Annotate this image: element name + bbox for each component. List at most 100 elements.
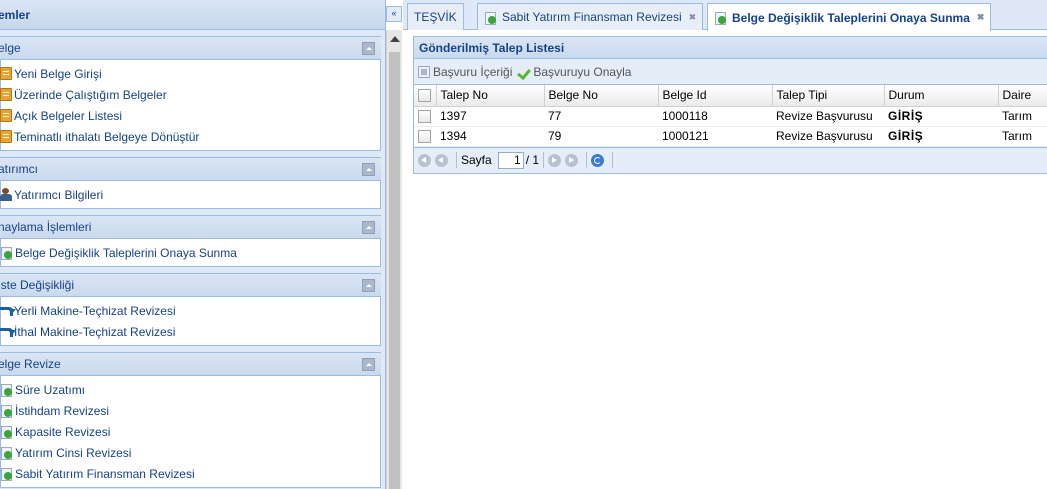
panel-liste-degisikligi: iste Değişikliği Yerli Makine-Teçhizat R… — [0, 273, 381, 346]
tab-label: Sabit Yatırım Finansman Revizesi — [502, 10, 682, 24]
row-checkbox[interactable] — [418, 110, 431, 124]
collapse-panel-icon[interactable] — [362, 162, 375, 176]
menu-item-label: İthal Makine-Teçhizat Revizesi — [14, 324, 176, 339]
page-go-icon — [484, 11, 497, 25]
sidebar-scrollbar[interactable] — [386, 30, 402, 489]
cell-belge-id: 1000118 — [658, 106, 772, 127]
collapse-panel-icon[interactable] — [362, 357, 375, 371]
menu-item-sure-uzatimi[interactable]: Süre Uzatımı — [0, 379, 380, 400]
first-page-icon[interactable] — [418, 153, 431, 167]
column-header[interactable]: Daire — [998, 85, 1047, 107]
menu-item-onaya-sunma[interactable]: Belge Değişiklik Taleplerini Onaya Sunma — [0, 242, 380, 263]
table-row[interactable]: 1397 77 1000118 Revize Başvurusu GİRİŞ T… — [414, 106, 1047, 127]
panel-header[interactable]: atırımcı — [0, 157, 381, 181]
column-header[interactable]: Durum — [884, 85, 999, 107]
panel-header[interactable]: iste Değişikliği — [0, 273, 381, 297]
menu-item-yeni-belge[interactable]: Yeni Belge Girişi — [0, 63, 380, 84]
collapse-sidebar-icon[interactable]: « — [386, 6, 402, 22]
sidebar: emler elge Yeni Belge Girişi Üzerinde Ça… — [0, 0, 386, 489]
panel-header[interactable]: elge — [0, 36, 381, 60]
collapse-panel-icon[interactable] — [362, 41, 375, 55]
cell-talep-no: 1394 — [436, 126, 544, 147]
menu-item-sabit-yatirim[interactable]: Sabit Yatırım Finansman Revizesi — [0, 463, 380, 484]
basvuruyu-onayla-button[interactable]: Başvuruyu Onayla — [518, 65, 631, 79]
sidebar-title: emler — [0, 7, 31, 22]
page-go-icon — [0, 467, 13, 481]
menu-item-calistigim-belgeler[interactable]: Üzerinde Çalıştığım Belgeler — [0, 84, 380, 105]
column-header[interactable]: Belge Id — [658, 85, 773, 107]
menu-item-yatirimci-bilgileri[interactable]: Yatırımcı Bilgileri — [0, 184, 380, 205]
panel-belge-revize: elge Revize Süre Uzatımı İstihdam Revize… — [0, 352, 381, 488]
column-header[interactable]: Talep No — [436, 85, 545, 107]
check-icon — [518, 66, 530, 78]
refresh-icon[interactable] — [591, 153, 605, 167]
cell-durum: GİRİŞ — [884, 106, 998, 127]
main-content: TEŞVİK Sabit Yatırım Finansman Revizesi … — [403, 0, 1047, 489]
panel-onaylama: naylama İşlemleri Belge Değişiklik Talep… — [0, 215, 381, 267]
page-total: / 1 — [525, 153, 540, 167]
close-tab-icon[interactable]: ✖ — [977, 12, 985, 23]
menu-item-label: Yerli Makine-Teçhizat Revizesi — [14, 303, 176, 318]
button-label: Başvuruyu Onayla — [533, 64, 632, 79]
tab-onaya-sunma[interactable]: Belge Değişiklik Taleplerini Onaya Sunma… — [707, 3, 992, 31]
menu-item-yerli-makine[interactable]: Yerli Makine-Teçhizat Revizesi — [0, 300, 380, 321]
menu-item-label: Yatırımcı Bilgileri — [14, 187, 104, 202]
column-header[interactable]: Talep Tipi — [772, 85, 885, 107]
cell-talep-tipi: Revize Başvurusu — [772, 126, 884, 147]
arrow-icon — [0, 325, 16, 338]
menu-item-label: Süre Uzatımı — [15, 382, 86, 397]
panel-title: iste Değişikliği — [0, 278, 75, 292]
paging-toolbar: Sayfa 1 / 1 — [414, 146, 1047, 173]
menu-item-istihdam-revizesi[interactable]: İstihdam Revizesi — [0, 400, 380, 421]
collapse-panel-icon[interactable] — [362, 220, 375, 234]
select-all-checkbox[interactable] — [418, 89, 431, 103]
cell-belge-no: 79 — [544, 126, 658, 147]
page-go-icon — [714, 11, 727, 25]
separator — [586, 152, 588, 168]
last-page-icon[interactable] — [565, 153, 579, 167]
talep-grid-panel: Gönderilmiş Talep Listesi Başvuru İçeriğ… — [413, 36, 1047, 174]
menu-item-label: Teminatlı ithalatı Belgeye Dönüştür — [14, 129, 200, 144]
page-go-icon — [0, 404, 13, 418]
tab-sabit-yatirim[interactable]: Sabit Yatırım Finansman Revizesi ✖ — [477, 3, 704, 30]
panel-header[interactable]: elge Revize — [0, 352, 381, 376]
row-checkbox[interactable] — [418, 130, 431, 144]
select-all-cell[interactable] — [414, 85, 437, 107]
cell-belge-no: 77 — [544, 106, 658, 127]
grid-title: Gönderilmiş Talep Listesi — [414, 37, 1047, 59]
arrow-icon — [0, 304, 16, 317]
prev-page-icon[interactable] — [435, 153, 448, 167]
menu-item-kapasite-revizesi[interactable]: Kapasite Revizesi — [0, 421, 380, 442]
panel-header[interactable]: naylama İşlemleri — [0, 215, 381, 239]
next-page-icon[interactable] — [548, 153, 562, 167]
column-header[interactable]: Belge No — [544, 85, 659, 107]
menu-item-yatirim-cinsi[interactable]: Yatırım Cinsi Revizesi — [0, 442, 380, 463]
menu-item-label: Kapasite Revizesi — [15, 424, 111, 439]
menu-item-acik-belgeler[interactable]: Açık Belgeler Listesi — [0, 105, 380, 126]
menu-item-ithal-makine[interactable]: İthal Makine-Teçhizat Revizesi — [0, 321, 380, 342]
tab-bar: TEŞVİK Sabit Yatırım Finansman Revizesi … — [403, 0, 1047, 31]
document-icon — [0, 130, 12, 143]
separator — [456, 152, 457, 168]
page-number-input[interactable]: 1 — [497, 151, 524, 169]
close-tab-icon[interactable]: ✖ — [689, 12, 697, 23]
page-go-icon — [0, 446, 13, 460]
panel-title: atırımcı — [0, 162, 39, 176]
table-row[interactable]: 1394 79 1000121 Revize Başvurusu GİRİŞ T… — [414, 126, 1047, 147]
basvuru-icerigi-button[interactable]: Başvuru İçeriği — [418, 65, 512, 79]
scroll-up-icon[interactable] — [387, 30, 402, 48]
page-go-icon — [0, 246, 13, 260]
menu-item-label: Üzerinde Çalıştığım Belgeler — [14, 87, 167, 102]
page-label: Sayfa — [461, 153, 492, 167]
cell-belge-id: 1000121 — [658, 126, 772, 147]
cell-daire: Tarım — [998, 106, 1047, 127]
grid-toolbar: Başvuru İçeriği Başvuruyu Onayla — [414, 59, 1047, 85]
cell-daire: Tarım — [998, 126, 1047, 147]
menu-item-label: İstihdam Revizesi — [15, 403, 110, 418]
separator — [543, 152, 545, 168]
menu-item-teminatli-ithalat[interactable]: Teminatlı ithalatı Belgeye Dönüştür — [0, 126, 380, 147]
menu-item-label: Yeni Belge Girişi — [14, 66, 102, 81]
scroll-thumb[interactable] — [389, 52, 400, 489]
tab-tesvik[interactable]: TEŞVİK — [407, 3, 464, 30]
collapse-panel-icon[interactable] — [362, 278, 375, 292]
